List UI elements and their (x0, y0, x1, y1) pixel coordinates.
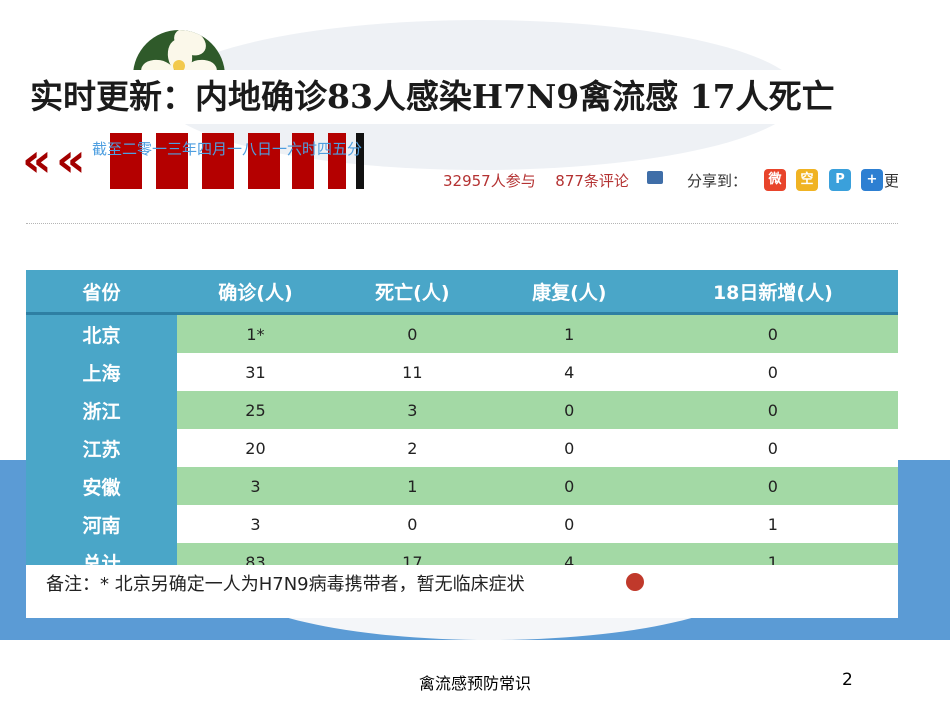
province-cell: 浙江 (26, 391, 177, 429)
table-cell: 20 (177, 429, 334, 467)
column-header: 确诊(人) (177, 270, 334, 315)
column-header: 死亡(人) (333, 270, 491, 315)
table-cell: 25 (177, 391, 334, 429)
table-cell: 3 (177, 467, 334, 505)
column-header: 18日新增(人) (647, 270, 898, 315)
table-cell: 1 (647, 505, 898, 543)
banner-timestamp: 截至二零一三年四月一八日一六时四五分 (91, 140, 362, 158)
timestamp-banner: « « 截至二零一三年四月一八日一六时四五分 (22, 133, 364, 189)
qzone-icon[interactable]: 空 (796, 169, 818, 191)
table-cell: 0 (647, 391, 898, 429)
table-cell: 0 (647, 429, 898, 467)
table-row: 浙江 25 3 0 0 (26, 391, 898, 429)
column-header: 康复(人) (490, 270, 648, 315)
province-cell: 上海 (26, 353, 177, 391)
tencent-weibo-icon[interactable]: P (829, 169, 851, 191)
table-cell: 0 (490, 467, 648, 505)
participants-count[interactable]: 32957人参与 (443, 172, 536, 190)
comment-icon[interactable] (647, 171, 663, 184)
divider (26, 223, 898, 224)
cases-table: 省份 确诊(人) 死亡(人) 康复(人) 18日新增(人) 北京 1* 0 1 … (26, 270, 898, 581)
table-cell: 1 (333, 467, 491, 505)
ifeng-logo-icon (626, 573, 644, 591)
footnote: 备注：* 北京另确定一人为H7N9病毒携带者，暂无临床症状 (26, 565, 898, 618)
table-row: 上海 31 11 4 0 (26, 353, 898, 391)
more-share-label[interactable]: 更 (884, 170, 898, 191)
table-cell: 1 (490, 313, 648, 353)
chevron-left-icon: « (22, 133, 52, 187)
table-cell: 3 (333, 391, 491, 429)
province-cell: 河南 (26, 505, 177, 543)
table-cell: 4 (490, 353, 648, 391)
slide-caption: 禽流感预防常识 (418, 674, 531, 693)
province-cell: 安徽 (26, 467, 177, 505)
comments-count[interactable]: 877条评论 (555, 172, 629, 190)
table-row: 安徽 3 1 0 0 (26, 467, 898, 505)
table-row: 河南 3 0 0 1 (26, 505, 898, 543)
table-row: 北京 1* 0 1 0 (26, 313, 898, 353)
column-header: 省份 (26, 270, 177, 315)
participation-stats: 32957人参与 877条评论 (443, 170, 629, 191)
table-cell: 0 (490, 429, 648, 467)
table-cell: 0 (333, 505, 491, 543)
table-cell: 2 (333, 429, 491, 467)
weibo-icon[interactable]: 微 (764, 169, 786, 191)
more-share-icon[interactable]: + (861, 169, 883, 191)
table-row: 江苏 20 2 0 0 (26, 429, 898, 467)
table-cell: 0 (647, 467, 898, 505)
table-cell: 0 (490, 505, 648, 543)
footnote-text: 备注：* 北京另确定一人为H7N9病毒携带者，暂无临床症状 (46, 574, 525, 595)
table-cell: 0 (647, 353, 898, 391)
table-header-row: 省份 确诊(人) 死亡(人) 康复(人) 18日新增(人) (26, 270, 898, 315)
province-cell: 北京 (26, 313, 177, 353)
table-cell: 0 (647, 313, 898, 353)
table-cell: 3 (177, 505, 334, 543)
table-cell: 1* (177, 313, 334, 353)
table-cell: 0 (490, 391, 648, 429)
table-cell: 0 (333, 313, 491, 353)
share-label: 分享到： (687, 172, 748, 190)
page-title: 实时更新：内地确诊83人感染H7N9禽流感 17人死亡 (30, 70, 930, 124)
province-cell: 江苏 (26, 429, 177, 467)
page-number: 2 (842, 670, 853, 690)
table-cell: 11 (333, 353, 491, 391)
table-cell: 31 (177, 353, 334, 391)
